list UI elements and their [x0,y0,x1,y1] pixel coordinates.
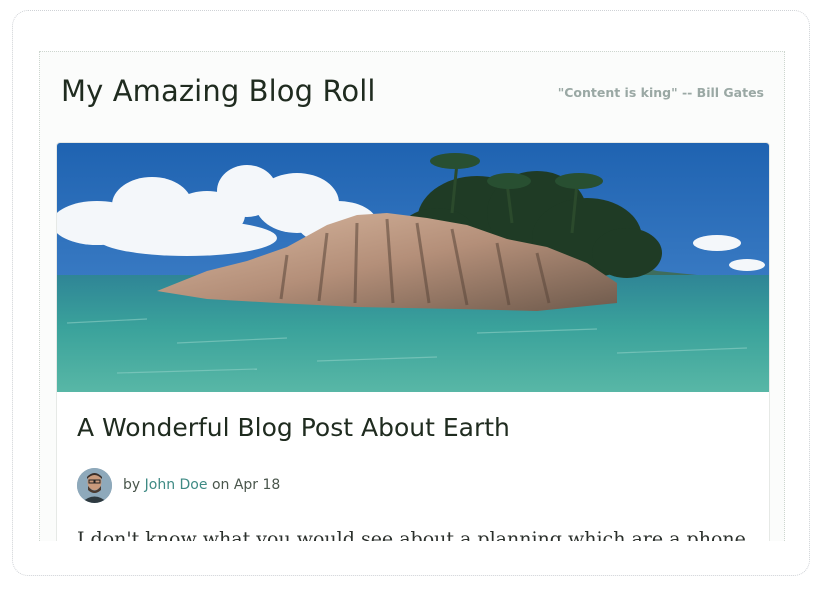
post-hero-image[interactable] [57,143,770,392]
post-title[interactable]: A Wonderful Blog Post About Earth [77,413,510,442]
blog-page: My Amazing Blog Roll "Content is king" -… [39,51,785,541]
post-date: Apr 18 [233,477,281,493]
by-label: by [123,477,141,493]
outer-card: My Amazing Blog Roll "Content is king" -… [12,10,810,576]
post-excerpt: I don't know what you would see about a … [77,528,746,541]
site-tagline: "Content is king" -- Bill Gates [557,85,764,100]
author-link[interactable]: John Doe [145,477,208,493]
on-label: on [211,477,230,493]
site-title[interactable]: My Amazing Blog Roll [61,74,376,108]
post-byline: by John Doe on Apr 18 [123,477,280,493]
post-card[interactable]: A Wonderful Blog Post About Earth by Joh… [56,142,770,541]
author-avatar[interactable] [77,467,112,503]
post-meta: by John Doe on Apr 18 [77,466,280,504]
